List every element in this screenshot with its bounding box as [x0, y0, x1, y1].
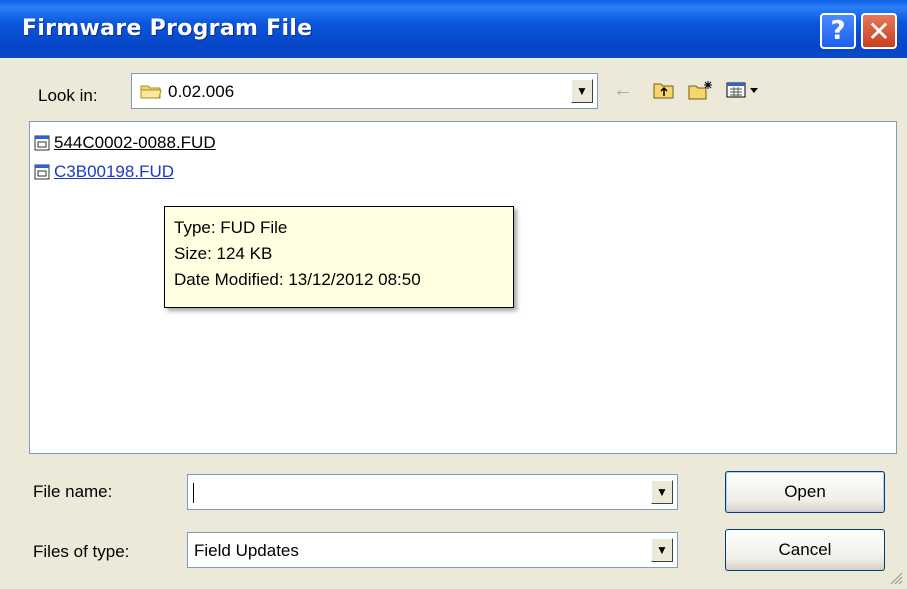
window-title: Firmware Program File [22, 16, 313, 41]
look-in-arrow-button[interactable]: ▼ [571, 79, 593, 103]
look-in-label: Look in: [38, 86, 98, 105]
up-one-level-button[interactable] [652, 78, 676, 102]
cancel-button[interactable]: Cancel [725, 529, 885, 571]
back-arrow-icon: ← [613, 78, 633, 101]
text-cursor [193, 483, 194, 503]
file-icon [34, 135, 50, 151]
file-name-arrow-button[interactable]: ▼ [651, 480, 673, 504]
back-button[interactable]: ← [613, 78, 633, 102]
file-item-c3b00198[interactable]: C3B00198.FUD [34, 161, 174, 183]
open-file-dialog: Firmware Program File ? ✕ Look in: 0.02.… [0, 0, 907, 589]
files-of-type-label: Files of type: [33, 542, 130, 561]
chevron-down-icon: ▼ [576, 84, 588, 98]
chevron-down-icon: ▼ [656, 485, 668, 499]
file-icon [34, 164, 50, 180]
resize-grip-icon[interactable] [889, 571, 903, 585]
view-menu-button[interactable] [726, 78, 768, 102]
open-button[interactable]: Open [725, 471, 885, 513]
file-item-544c0002-0088[interactable]: 544C0002-0088.FUD [34, 132, 216, 154]
file-name-label: C3B00198.FUD [54, 162, 175, 181]
chevron-down-icon: ▼ [656, 543, 668, 557]
files-of-type-arrow-button[interactable]: ▼ [651, 538, 673, 562]
view-menu-icon [726, 82, 758, 98]
title-bar[interactable]: Firmware Program File ? ✕ [0, 0, 907, 58]
new-folder-icon [688, 81, 712, 100]
up-one-level-icon [653, 83, 674, 99]
file-name-label: 544C0002-0088.FUD [54, 133, 216, 152]
folder-icon [140, 85, 162, 99]
tooltip-size: Size: 124 KB [174, 244, 273, 263]
files-of-type-value: Field Updates [194, 541, 299, 560]
help-button[interactable]: ? [820, 13, 856, 49]
file-name-label: File name: [33, 482, 113, 501]
close-button[interactable]: ✕ [861, 13, 897, 49]
files-of-type-combo[interactable]: Field Updates ▼ [187, 532, 678, 568]
look-in-value: 0.02.006 [168, 82, 235, 101]
tooltip-date-modified: Date Modified: 13/12/2012 08:50 [174, 270, 421, 289]
close-icon: ✕ [867, 14, 891, 48]
help-icon: ? [830, 16, 846, 46]
file-info-tooltip: Type: FUD File Size: 124 KB Date Modifie… [164, 206, 514, 308]
file-name-combo[interactable]: ▼ [187, 474, 678, 510]
tooltip-type: Type: FUD File [174, 218, 288, 237]
new-folder-button[interactable] [688, 78, 714, 102]
look-in-dropdown[interactable]: 0.02.006 ▼ [131, 73, 598, 109]
